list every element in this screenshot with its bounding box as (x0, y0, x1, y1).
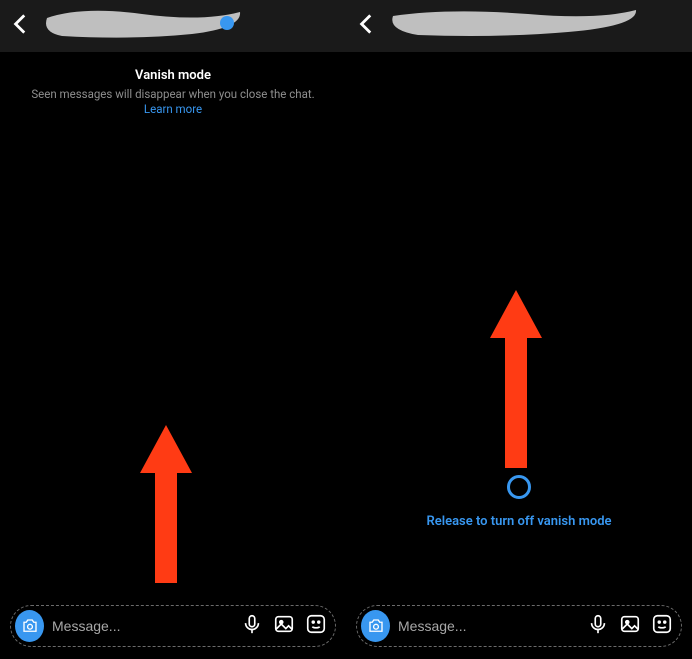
vanish-mode-subtitle: Seen messages will disappear when you cl… (23, 87, 323, 117)
redacted-username (388, 8, 638, 42)
annotation-arrow-up-icon (495, 290, 537, 468)
annotation-arrow-up-icon (145, 425, 187, 583)
gallery-icon[interactable] (619, 613, 641, 639)
microphone-icon[interactable] (241, 613, 263, 639)
release-vanish-label: Release to turn off vanish mode (346, 514, 692, 529)
sticker-icon[interactable] (305, 613, 327, 639)
vanish-mode-info: Vanish mode Seen messages will disappear… (23, 68, 323, 117)
redacted-username (42, 8, 242, 42)
verified-badge-icon (220, 16, 234, 30)
message-input[interactable] (398, 618, 579, 634)
microphone-icon[interactable] (587, 613, 609, 639)
pull-indicator-ring-icon (507, 475, 531, 499)
topbar (346, 0, 692, 52)
gallery-icon[interactable] (273, 613, 295, 639)
vanish-mode-title: Vanish mode (23, 68, 323, 83)
camera-button[interactable] (15, 610, 44, 642)
message-composer (356, 605, 682, 647)
topbar (0, 0, 346, 52)
back-icon[interactable] (354, 11, 380, 41)
message-input[interactable] (52, 618, 233, 634)
learn-more-link[interactable]: Learn more (144, 102, 202, 116)
back-icon[interactable] (8, 11, 34, 41)
message-composer (10, 605, 336, 647)
sticker-icon[interactable] (651, 613, 673, 639)
camera-button[interactable] (361, 610, 390, 642)
